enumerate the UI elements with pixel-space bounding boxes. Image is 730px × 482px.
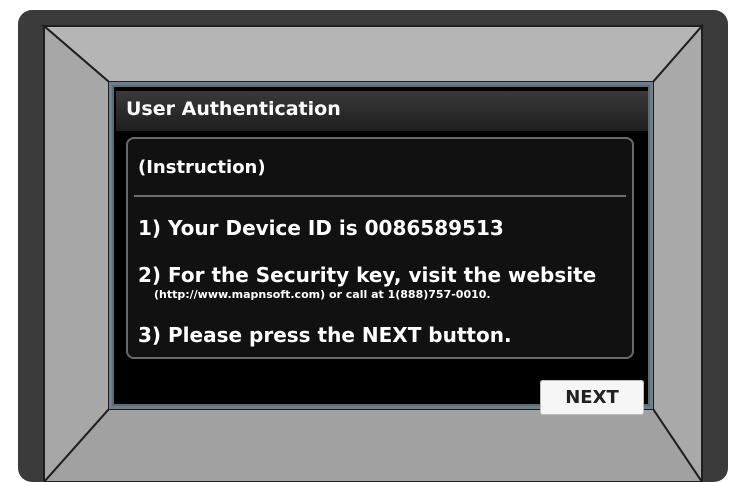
display-screen: User Authentication (Instruction) 1) You… bbox=[109, 82, 653, 415]
instruction-step-2: 2) For the Security key, visit the websi… bbox=[138, 263, 597, 287]
instruction-step-1: 1) Your Device ID is 0086589513 bbox=[138, 216, 504, 240]
dialog-title-bar: User Authentication bbox=[116, 91, 648, 131]
instruction-panel: (Instruction) 1) Your Device ID is 00865… bbox=[126, 137, 634, 359]
instruction-step-3: 3) Please press the NEXT button. bbox=[138, 323, 512, 347]
device-frame: User Authentication (Instruction) 1) You… bbox=[18, 10, 728, 482]
instruction-heading: (Instruction) bbox=[138, 157, 266, 178]
instruction-contact-info: (http://www.mapnsoft.com) or call at 1(8… bbox=[154, 288, 491, 301]
next-button[interactable]: NEXT bbox=[540, 380, 644, 415]
dialog-title: User Authentication bbox=[126, 98, 341, 120]
divider bbox=[134, 195, 626, 197]
